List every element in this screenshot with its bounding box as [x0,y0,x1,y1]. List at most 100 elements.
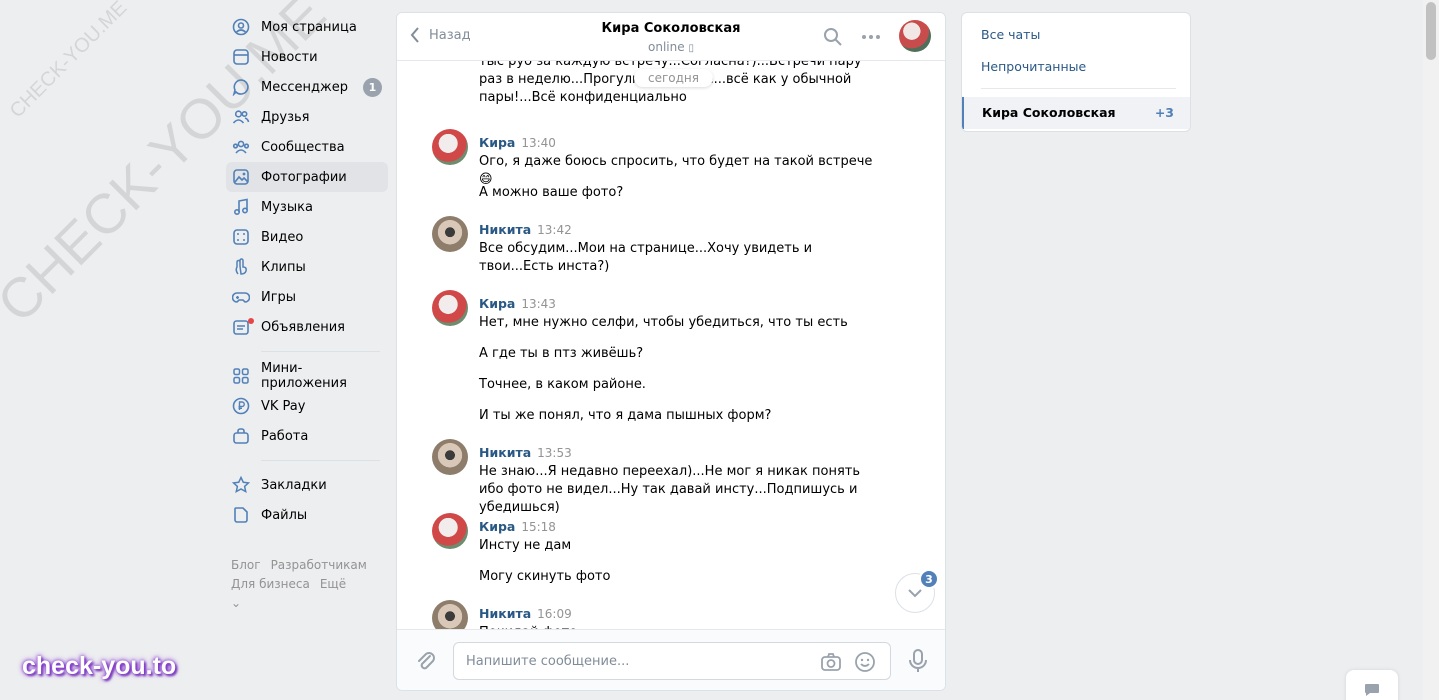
message-text: А где ты в птз живёшь? [479,346,644,361]
camera-icon[interactable] [820,651,842,673]
message-time: 13:42 [537,223,572,237]
message-text: И ты же понял, что я дама пышных форм? [479,408,772,423]
nav-item-label: Новости [261,49,318,65]
apps-icon [232,367,250,385]
nav-item-friends[interactable]: Друзья [226,102,388,132]
avatar[interactable] [432,439,468,475]
message-author[interactable]: Никита 16:09 [479,606,572,621]
nav-item-classifieds[interactable]: Объявления [226,312,388,342]
message-author[interactable]: Никита 13:53 [479,445,572,460]
nav-item-vkpay[interactable]: VK Pay [226,391,388,421]
chat-bubble-icon [1365,684,1379,696]
nav-item-label: Фотографии [261,169,347,185]
peer-avatar[interactable] [899,20,931,52]
nav-item-label: VK Pay [261,398,306,414]
footer-business-link[interactable]: Для бизнеса [231,577,310,591]
nav-item-files[interactable]: Файлы [226,500,388,530]
nav-item-work[interactable]: Работа [226,421,388,451]
unread-badge: 3 [919,569,939,589]
search-icon[interactable] [823,27,843,47]
message-text: Нет, мне нужно селфи, чтобы убедиться, ч… [479,315,848,330]
filter-all-chats[interactable]: Все чаты [981,27,1040,42]
help-button[interactable] [1346,670,1398,700]
nav-item-label: Мини-приложения [261,361,347,391]
message-text: Могу скинуть фото [479,569,611,584]
nav-item-apps[interactable]: Мини-приложения [226,361,388,391]
avatar[interactable] [432,600,468,629]
nav-item-music[interactable]: Музыка [226,192,388,222]
message-input[interactable] [466,651,796,671]
nav-item-photos[interactable]: Фотографии [226,162,388,192]
author-name: Кира [479,519,516,534]
footer-blog-link[interactable]: Блог [231,558,261,572]
work-icon [232,427,250,445]
message-author[interactable]: Кира 13:40 [479,135,556,150]
divider [981,88,1176,89]
message-author[interactable]: Никита 13:42 [479,222,572,237]
nav-item-label: Файлы [261,507,308,523]
nav-item-messenger[interactable]: Мессенджер 1 [226,72,388,102]
mobile-icon: ▯ [688,43,694,54]
friends-icon [232,108,250,126]
date-pill: сегодня [634,69,713,87]
message-author[interactable]: Кира 13:43 [479,296,556,311]
message-list: тыс руб за каждую встречу...Согласна?)..… [397,61,945,629]
music-icon [232,198,250,216]
more-icon[interactable] [861,27,881,47]
avatar[interactable] [432,513,468,549]
author-name: Никита [479,222,532,237]
nav-item-bookmarks[interactable]: Закладки [226,470,388,500]
communities-icon [232,138,250,156]
nav-item-profile[interactable]: Моя страница [226,12,388,42]
nav-item-clips[interactable]: Клипы [226,252,388,282]
nav-item-label: Клипы [261,259,306,275]
profile-icon [232,18,250,36]
chevron-down-icon [908,589,922,598]
conversation-name: Кира Соколовская [982,105,1116,120]
message-time: 13:53 [537,446,572,460]
nav-item-news[interactable]: Новости [226,42,388,72]
nav-item-label: Музыка [261,199,313,215]
scrollbar-thumb[interactable] [1426,2,1436,60]
nav-item-games[interactable]: Игры [226,282,388,312]
notification-dot [248,318,254,324]
conversation-unread-count: +3 [1154,105,1174,120]
nav-badge: 1 [363,78,382,97]
nav-item-communities[interactable]: Сообщества [226,132,388,162]
nav-item-label: Игры [261,289,297,305]
avatar[interactable] [432,290,468,326]
brand-watermark: check-you.to [22,652,177,680]
avatar[interactable] [432,216,468,252]
nav-divider [261,460,380,461]
nav-item-label: Моя страница [261,19,357,35]
paperclip-icon[interactable] [415,650,437,672]
games-icon [232,288,250,306]
page-scrollbar[interactable] [1423,0,1439,700]
chat-filter-panel: Все чаты Непрочитанные Кира Соколовская … [961,12,1191,132]
message-input-box [453,642,891,680]
bookmarks-icon [232,476,250,494]
footer-dev-link[interactable]: Разработчикам [271,558,367,572]
filter-unread[interactable]: Непрочитанные [981,59,1086,74]
nav-item-label: Закладки [261,477,327,493]
clips-icon [232,258,250,276]
conversation-item[interactable]: Кира Соколовская +3 [962,97,1190,129]
microphone-icon[interactable] [907,648,929,674]
news-icon [232,48,250,66]
nav-item-label: Сообщества [261,139,345,155]
files-icon [232,506,250,524]
message-author[interactable]: Кира 15:18 [479,519,556,534]
message-text: Все обсудим...Мои на странице...Хочу уви… [479,241,813,274]
left-nav: Моя страница Новости Мессенджер 1 Друзья Сооб… [226,12,388,613]
composer [397,629,945,690]
nav-item-label: Объявления [261,319,345,335]
emoji-icon[interactable] [854,651,876,673]
video-icon [232,228,250,246]
watermark-small: CHECK-YOU.ME [5,0,132,123]
author-name: Кира [479,296,516,311]
nav-item-label: Мессенджер [261,79,348,95]
message-time: 13:40 [521,136,556,150]
avatar[interactable] [432,129,468,165]
nav-item-video[interactable]: Видео [226,222,388,252]
nav-item-label: Друзья [261,109,310,125]
